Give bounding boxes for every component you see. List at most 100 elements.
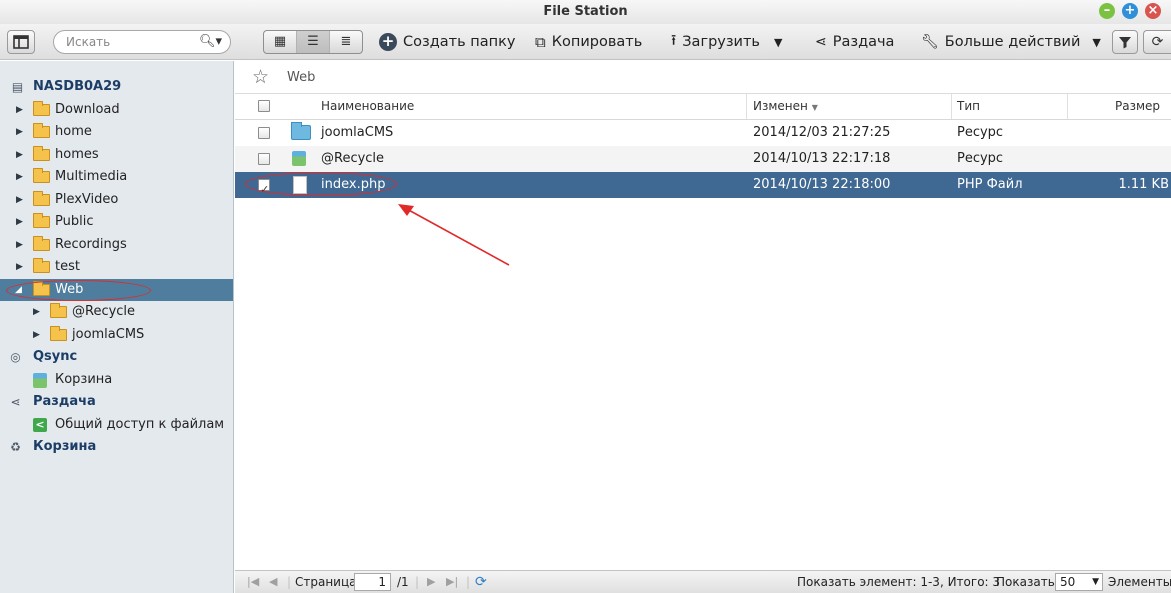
- breadcrumb: ☆ Web: [235, 61, 1171, 94]
- prev-page-icon[interactable]: ◀: [269, 571, 277, 593]
- per-page-select[interactable]: 50 ▼: [1055, 573, 1103, 591]
- window-title: File Station: [543, 4, 628, 19]
- table-row[interactable]: joomlaCMS 2014/12/03 21:27:25 Ресурс: [235, 120, 1171, 146]
- filter-button[interactable]: [1112, 30, 1138, 54]
- share-button[interactable]: ⋖ Раздача: [815, 24, 894, 60]
- copy-button[interactable]: ⧉ Копировать: [535, 24, 642, 60]
- column-name[interactable]: Наименование: [321, 94, 414, 119]
- expand-arrow-icon[interactable]: ▶: [16, 189, 23, 211]
- folder-icon: [50, 303, 67, 318]
- row-checkbox[interactable]: [258, 127, 270, 139]
- tree-item-recycle[interactable]: ▶ @Recycle: [0, 301, 233, 323]
- select-all-checkbox[interactable]: [258, 100, 270, 112]
- tree-item-web[interactable]: ◢ Web: [0, 279, 233, 301]
- expand-arrow-icon[interactable]: ▶: [33, 324, 40, 346]
- tree-root-nas[interactable]: ▤ NASDB0A29: [0, 76, 233, 98]
- column-size[interactable]: Размер: [1115, 94, 1160, 119]
- tree-item-multimedia[interactable]: ▶ Multimedia: [0, 166, 233, 188]
- tree-item-test[interactable]: ▶ test: [0, 256, 233, 278]
- expand-arrow-icon[interactable]: ▶: [16, 166, 23, 188]
- folder-icon: [33, 191, 50, 206]
- folder-icon: [50, 326, 67, 341]
- pagination-bar: |◀ ◀ | Страница 1 /1 | ▶ ▶| | ⟳ Показать…: [235, 570, 1171, 593]
- more-actions-button[interactable]: 🔧︎ Больше действий ▼: [921, 24, 1101, 60]
- folder-icon: [33, 213, 50, 228]
- upload-icon: ⭱: [671, 30, 677, 49]
- close-icon[interactable]: ×: [1145, 3, 1161, 19]
- minimize-icon[interactable]: –: [1099, 3, 1115, 19]
- expand-arrow-icon[interactable]: ▶: [16, 256, 23, 278]
- list-view-icon[interactable]: ☰: [297, 31, 330, 53]
- page-number-input[interactable]: 1: [354, 573, 391, 591]
- copy-icon: ⧉: [535, 33, 546, 51]
- tree-item-plexvideo[interactable]: ▶ PlexVideo: [0, 189, 233, 211]
- expand-arrow-icon[interactable]: ▶: [16, 144, 23, 166]
- create-folder-button[interactable]: + Создать папку: [379, 24, 515, 60]
- expand-arrow-icon[interactable]: ▶: [16, 99, 23, 121]
- thumbnail-view-icon[interactable]: ▦: [264, 31, 297, 53]
- file-list-header: Наименование Изменен ▼ Тип Размер: [235, 94, 1171, 120]
- open-folder-icon: [33, 281, 50, 296]
- tree-item-public[interactable]: ▶ Public: [0, 211, 233, 233]
- tree-item-qsync-trash[interactable]: Корзина: [0, 369, 233, 391]
- detail-view-icon[interactable]: ≣: [330, 31, 362, 53]
- sort-desc-icon: ▼: [811, 103, 818, 112]
- maximize-icon[interactable]: +: [1122, 3, 1138, 19]
- share-icon: ⋖: [815, 34, 827, 50]
- chevron-down-icon[interactable]: ▼: [1092, 574, 1099, 590]
- expand-arrow-icon[interactable]: ▶: [16, 211, 23, 233]
- refresh-button[interactable]: ⟳: [1143, 30, 1171, 54]
- last-page-icon[interactable]: ▶|: [446, 571, 458, 593]
- column-type[interactable]: Тип: [957, 94, 980, 119]
- row-checkbox[interactable]: [258, 177, 270, 203]
- table-row[interactable]: index.php 2014/10/13 22:18:00 PHP Файл 1…: [235, 172, 1171, 203]
- collapse-arrow-icon[interactable]: ◢: [15, 279, 22, 301]
- chevron-down-icon[interactable]: ▼: [1092, 36, 1100, 49]
- star-icon[interactable]: ☆: [252, 66, 269, 88]
- tree-item-homes[interactable]: ▶ homes: [0, 144, 233, 166]
- table-row[interactable]: @Recycle 2014/10/13 22:17:18 Ресурс: [235, 146, 1171, 172]
- breadcrumb-path[interactable]: Web: [287, 61, 315, 94]
- folder-icon: [33, 236, 50, 251]
- expand-arrow-icon[interactable]: ▶: [16, 234, 23, 256]
- folder-icon: [33, 168, 50, 183]
- show-label: Показать: [996, 575, 1055, 589]
- folder-icon: [33, 146, 50, 161]
- tree-item-download[interactable]: ▶ Download: [0, 99, 233, 121]
- first-page-icon[interactable]: |◀: [247, 571, 259, 593]
- tree-item-file-sharing[interactable]: < Общий доступ к файлам: [0, 414, 233, 436]
- folder-icon: [33, 101, 50, 116]
- toggle-sidebar-button[interactable]: [7, 30, 35, 54]
- file-list: Наименование Изменен ▼ Тип Размер joomla…: [235, 94, 1171, 570]
- chevron-down-icon[interactable]: ▼: [774, 36, 782, 49]
- search-input[interactable]: Искать 🔍︎▾: [53, 30, 231, 54]
- folder-icon: [33, 123, 50, 138]
- search-icon[interactable]: 🔍︎▾: [199, 31, 222, 53]
- next-page-icon[interactable]: ▶: [427, 571, 435, 593]
- upload-button[interactable]: ⭱ Загрузить ▼: [671, 24, 782, 60]
- add-circle-icon: +: [379, 33, 397, 51]
- tree-item-recordings[interactable]: ▶ Recordings: [0, 234, 233, 256]
- file-icon: [293, 176, 307, 194]
- title-bar: File Station – + ×: [0, 0, 1171, 24]
- row-checkbox[interactable]: [258, 153, 270, 165]
- view-mode-group: ▦ ☰ ≣: [263, 30, 363, 54]
- page-label: Страница: [295, 575, 357, 589]
- tree-item-home[interactable]: ▶ home: [0, 121, 233, 143]
- search-placeholder: Искать: [66, 35, 111, 49]
- expand-arrow-icon[interactable]: ▶: [33, 301, 40, 323]
- wrench-icon: 🔧︎: [921, 34, 939, 50]
- page-total: /1: [397, 575, 409, 589]
- tree-group-share[interactable]: ⋖ Раздача: [0, 391, 233, 413]
- share-icon: ⋖: [10, 395, 21, 409]
- column-modified[interactable]: Изменен ▼: [753, 94, 818, 120]
- recycle-bin-icon: [292, 151, 306, 166]
- tree-group-qsync[interactable]: ◎ Qsync: [0, 346, 233, 368]
- trash-icon: ♻: [10, 440, 21, 454]
- folder-icon: [291, 122, 311, 140]
- refresh-icon[interactable]: ⟳: [475, 571, 487, 593]
- expand-arrow-icon[interactable]: ▶: [16, 121, 23, 143]
- tree-item-joomlacms[interactable]: ▶ joomlaCMS: [0, 324, 233, 346]
- filter-icon: [1119, 37, 1131, 49]
- tree-group-trash[interactable]: ♻ Корзина: [0, 436, 233, 458]
